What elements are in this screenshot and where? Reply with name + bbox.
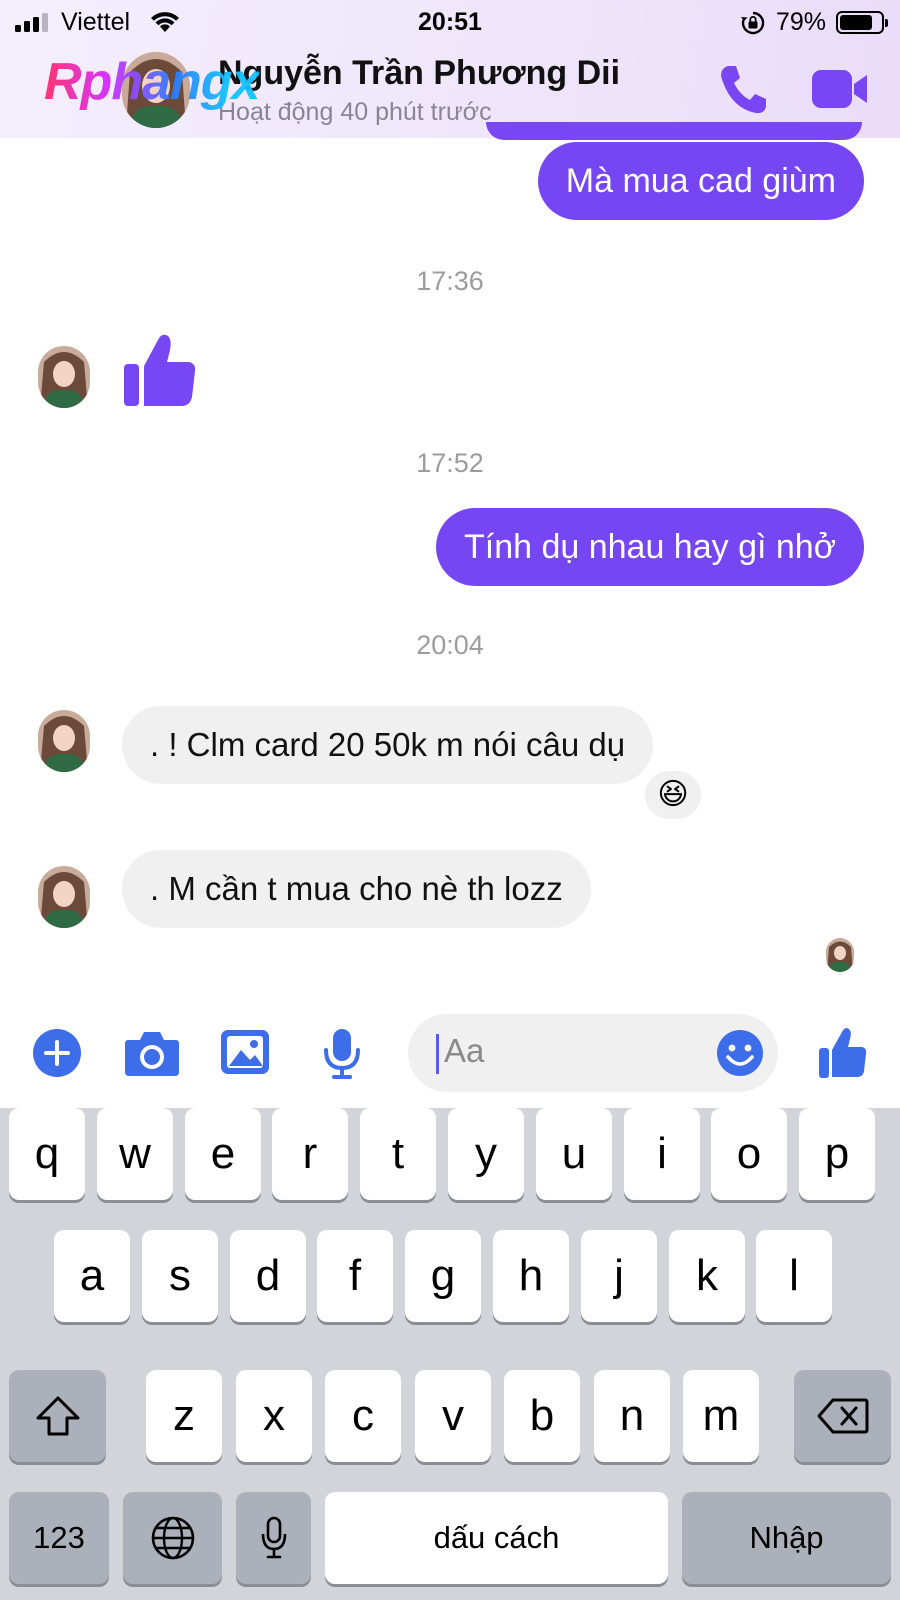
key-h[interactable]: h: [493, 1230, 569, 1322]
outgoing-message[interactable]: Mà mua cad giùm: [537, 142, 864, 220]
video-camera-icon[interactable]: [810, 62, 870, 123]
contact-name[interactable]: Nguyễn Trần Phương Dii: [218, 54, 620, 93]
key-k[interactable]: k: [669, 1230, 745, 1322]
key-w[interactable]: w: [97, 1108, 173, 1200]
previous-message-bubble: [486, 122, 862, 140]
key-r[interactable]: r: [272, 1108, 348, 1200]
dictation-microphone-key[interactable]: [236, 1492, 311, 1584]
space-key[interactable]: dấu cách: [325, 1492, 668, 1584]
key-f[interactable]: f: [317, 1230, 393, 1322]
battery-icon: [836, 11, 888, 34]
seen-indicator-avatar: [826, 938, 854, 972]
key-n[interactable]: n: [594, 1370, 670, 1462]
watermark-logo: Rphangx: [44, 53, 260, 111]
rotation-lock-icon: [740, 10, 766, 43]
laughing-emoji: 😆: [657, 777, 689, 812]
key-u[interactable]: u: [536, 1108, 612, 1200]
message-input-placeholder: Aa: [444, 1032, 485, 1069]
key-j[interactable]: j: [581, 1230, 657, 1322]
key-d[interactable]: d: [230, 1230, 306, 1322]
incoming-message[interactable]: . M cần t mua cho nè th lozz: [122, 850, 591, 928]
outgoing-message[interactable]: Tính dụ nhau hay gì nhở: [435, 508, 864, 586]
on-screen-keyboard: 123 dấu cách Nhập qwertyuiop asdfghjkl zxc…: [0, 1108, 900, 1600]
key-l[interactable]: l: [756, 1230, 832, 1322]
plus-icon[interactable]: [32, 1028, 82, 1083]
key-b[interactable]: b: [504, 1370, 580, 1462]
timestamp: 17:52: [416, 448, 484, 478]
message-input[interactable]: Aa: [408, 1014, 778, 1092]
image-icon[interactable]: [220, 1028, 270, 1081]
chat-header: Viettel 20:51 79% Nguyễn Trần Phương Dii…: [0, 0, 900, 140]
phone-icon[interactable]: [718, 62, 768, 121]
laughing-reaction[interactable]: 😆: [642, 768, 704, 822]
microphone-icon[interactable]: [322, 1028, 362, 1085]
sender-avatar[interactable]: [38, 710, 90, 772]
key-a[interactable]: a: [54, 1230, 130, 1322]
text-cursor: [436, 1034, 439, 1074]
message-composer: Aa: [0, 1002, 900, 1108]
key-s[interactable]: s: [142, 1230, 218, 1322]
thumbs-up-icon[interactable]: [818, 1026, 868, 1085]
key-q[interactable]: q: [9, 1108, 85, 1200]
key-o[interactable]: o: [711, 1108, 787, 1200]
key-i[interactable]: i: [624, 1108, 700, 1200]
sender-avatar[interactable]: [38, 346, 90, 408]
timestamp: 17:36: [416, 266, 484, 296]
key-z[interactable]: z: [146, 1370, 222, 1462]
key-c[interactable]: c: [325, 1370, 401, 1462]
key-p[interactable]: p: [799, 1108, 875, 1200]
sender-avatar[interactable]: [38, 866, 90, 928]
key-v[interactable]: v: [415, 1370, 491, 1462]
status-bar: Viettel 20:51 79%: [0, 0, 900, 46]
key-e[interactable]: e: [185, 1108, 261, 1200]
backspace-key[interactable]: [794, 1370, 891, 1462]
key-t[interactable]: t: [360, 1108, 436, 1200]
key-x[interactable]: x: [236, 1370, 312, 1462]
incoming-message[interactable]: . ! Clm card 20 50k m nói câu dụ: [122, 706, 654, 784]
globe-icon[interactable]: [123, 1492, 222, 1584]
battery-percentage: 79%: [776, 8, 827, 36]
timestamp: 20:04: [416, 630, 484, 660]
return-key[interactable]: Nhập: [682, 1492, 891, 1584]
emoji-icon[interactable]: [716, 1029, 764, 1082]
key-g[interactable]: g: [405, 1230, 481, 1322]
numbers-key[interactable]: 123: [9, 1492, 109, 1584]
shift-key[interactable]: [9, 1370, 106, 1462]
camera-icon[interactable]: [124, 1028, 180, 1083]
thumbs-up-icon[interactable]: [122, 330, 198, 415]
key-m[interactable]: m: [683, 1370, 759, 1462]
key-y[interactable]: y: [448, 1108, 524, 1200]
